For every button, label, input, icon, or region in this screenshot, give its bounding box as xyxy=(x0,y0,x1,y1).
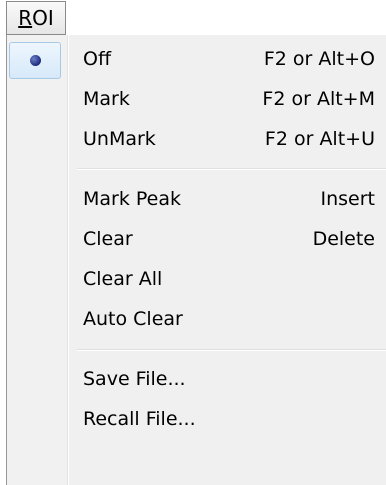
menu-item-label: Clear All xyxy=(83,268,163,290)
menu-item-mark[interactable]: Mark F2 or Alt+M xyxy=(69,80,386,120)
menu-item-shortcut: F2 or Alt+U xyxy=(264,128,375,150)
menu-item-unmark[interactable]: UnMark F2 or Alt+U xyxy=(69,120,386,160)
menu-item-label: Clear xyxy=(83,228,133,250)
menu-item-label: Auto Clear xyxy=(83,308,183,330)
menu-bar: ROI xyxy=(0,0,386,38)
menu-item-label: Save File... xyxy=(83,368,186,390)
radio-dot-icon xyxy=(30,55,41,66)
roi-menu-button[interactable]: ROI xyxy=(6,1,66,35)
menu-item-recall-file[interactable]: Recall File... xyxy=(69,400,386,440)
roi-dropdown-menu: Off F2 or Alt+O Mark F2 or Alt+M UnMark … xyxy=(6,35,386,485)
menu-item-auto-clear[interactable]: Auto Clear xyxy=(69,300,386,340)
menu-separator xyxy=(77,349,386,351)
menu-item-label: Recall File... xyxy=(83,408,196,430)
menu-item-label: Mark xyxy=(83,88,130,110)
menu-item-clear-all[interactable]: Clear All xyxy=(69,260,386,300)
roi-menu-mnemonic: R xyxy=(18,6,33,30)
checked-item-highlight xyxy=(9,42,61,79)
menu-icon-gutter xyxy=(7,35,68,485)
menu-item-shortcut: Delete xyxy=(312,228,375,250)
menu-item-label: Mark Peak xyxy=(83,188,182,210)
menu-item-clear[interactable]: Clear Delete xyxy=(69,220,386,260)
menu-separator xyxy=(77,168,386,170)
menu-item-label: UnMark xyxy=(83,128,156,150)
menu-item-shortcut: F2 or Alt+O xyxy=(263,48,375,70)
menu-item-label: Off xyxy=(83,48,112,70)
menu-item-save-file[interactable]: Save File... xyxy=(69,360,386,400)
roi-menu-label: OI xyxy=(32,6,54,30)
menu-item-shortcut: F2 or Alt+M xyxy=(262,88,375,110)
menu-item-shortcut: Insert xyxy=(320,188,376,210)
menu-item-mark-peak[interactable]: Mark Peak Insert xyxy=(69,180,386,220)
menu-item-off[interactable]: Off F2 or Alt+O xyxy=(69,40,386,80)
